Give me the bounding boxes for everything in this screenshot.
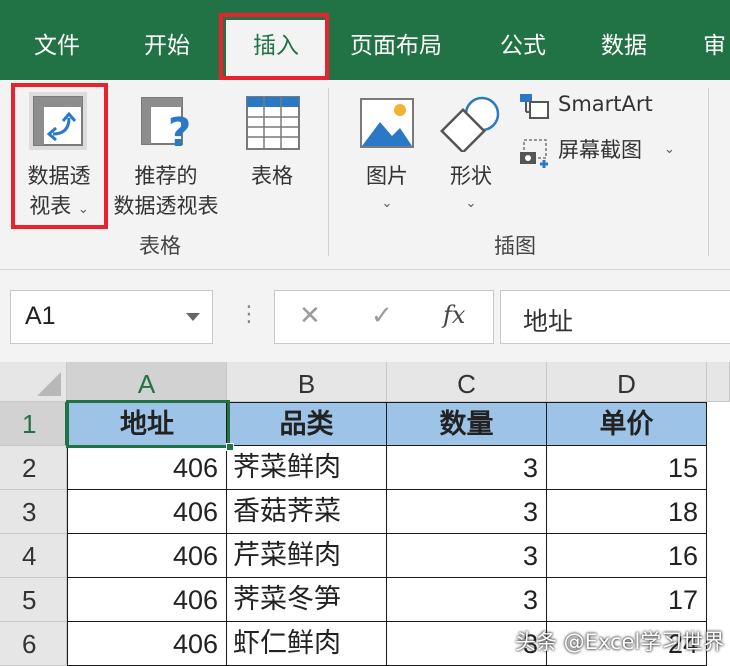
row-header-6[interactable]: 6	[0, 622, 67, 666]
tab-data[interactable]: 数据	[601, 0, 647, 80]
chevron-down-icon[interactable]	[186, 313, 200, 321]
cell-d1[interactable]: 单价	[547, 402, 707, 446]
tab-insert[interactable]: 插入	[226, 20, 326, 80]
fill-handle[interactable]	[226, 443, 234, 451]
formula-bar: A1 ⋮ ✕ ✓ fx 地址	[0, 270, 730, 362]
worksheet-grid: A B C D 1 2 3 4 5 6 地址 品类 数量 单价 406 荠菜鲜肉…	[0, 362, 730, 666]
pivot-table-icon	[29, 92, 87, 150]
cell-b6[interactable]: 虾仁鲜肉	[227, 622, 387, 666]
cell-c3[interactable]: 3	[387, 490, 547, 534]
smartart-icon	[518, 92, 550, 122]
chevron-down-icon: ⌄	[465, 196, 477, 211]
chevron-down-icon: ⌄	[77, 202, 89, 217]
cell-a4[interactable]: 406	[67, 534, 227, 578]
pivot-table-button[interactable]: 数据透 视表 ⌄	[14, 86, 104, 226]
table-icon	[244, 94, 302, 152]
picture-button[interactable]: 图片 ⌄	[352, 86, 422, 226]
cell-c4[interactable]: 3	[387, 534, 547, 578]
group-label-tables: 表格	[139, 234, 181, 258]
cell-a6[interactable]: 406	[67, 622, 227, 666]
recommended-pivot-icon: ?	[138, 94, 196, 156]
column-header-d[interactable]: D	[547, 362, 707, 402]
smartart-label: SmartArt	[558, 92, 653, 116]
cell-b5[interactable]: 荠菜冬笋	[227, 578, 387, 622]
cancel-icon[interactable]: ✕	[299, 301, 321, 331]
cell-b1[interactable]: 品类	[227, 402, 387, 446]
row-header-1[interactable]: 1	[0, 402, 67, 446]
screenshot-button[interactable]: 屏幕截图 ⌄	[518, 136, 688, 170]
row-header-3[interactable]: 3	[0, 490, 67, 534]
tab-formulas[interactable]: 公式	[500, 0, 546, 80]
column-header-e[interactable]	[707, 362, 730, 402]
column-header-a[interactable]: A	[67, 362, 227, 402]
cell-d2[interactable]: 15	[547, 446, 707, 490]
row-header-2[interactable]: 2	[0, 446, 67, 490]
tab-review[interactable]: 审	[703, 0, 726, 80]
cell-a5[interactable]: 406	[67, 578, 227, 622]
tab-home[interactable]: 开始	[144, 0, 190, 80]
select-all-icon	[37, 372, 61, 396]
column-header-c[interactable]: C	[387, 362, 547, 402]
cell-b2[interactable]: 荠菜鲜肉	[227, 446, 387, 490]
formula-text: 地址	[523, 307, 574, 336]
formula-bar-grip-icon[interactable]: ⋮	[238, 302, 260, 327]
table-button[interactable]: 表格	[236, 86, 308, 196]
tab-file[interactable]: 文件	[34, 0, 80, 80]
shapes-label: 形状	[450, 164, 492, 188]
shapes-button[interactable]: 形状 ⌄	[436, 86, 506, 226]
shapes-icon	[440, 94, 502, 154]
group-label-illustrations: 插图	[494, 234, 536, 258]
menu-bar: 文件 开始 插入 页面布局 公式 数据 审	[0, 0, 730, 80]
enter-icon[interactable]: ✓	[371, 301, 393, 331]
pivot-table-label-row: 视表 ⌄	[14, 192, 104, 224]
cell-a2[interactable]: 406	[67, 446, 227, 490]
screenshot-icon	[518, 138, 552, 170]
column-header-b[interactable]: B	[227, 362, 387, 402]
chevron-down-icon: ⌄	[664, 142, 675, 157]
recommended-pivot-label-2: 数据透视表	[113, 194, 219, 218]
ribbon-separator	[708, 88, 709, 256]
cell-c1[interactable]: 数量	[387, 402, 547, 446]
watermark-text: 头条 @Excel学习世界	[515, 630, 725, 654]
row-header-5[interactable]: 5	[0, 578, 67, 622]
row-header-4[interactable]: 4	[0, 534, 67, 578]
cell-d3[interactable]: 18	[547, 490, 707, 534]
pivot-table-label-1: 数据透	[27, 164, 91, 188]
name-box-value: A1	[25, 302, 56, 330]
recommended-pivot-button[interactable]: ? 推荐的 数据透视表	[104, 86, 228, 226]
insert-function-icon[interactable]: fx	[443, 301, 465, 329]
chevron-down-icon: ⌄	[381, 196, 393, 211]
cell-d4[interactable]: 16	[547, 534, 707, 578]
cell-a1[interactable]: 地址	[67, 402, 227, 446]
svg-text:?: ?	[168, 110, 191, 152]
picture-icon	[358, 96, 416, 150]
tab-page-layout[interactable]: 页面布局	[350, 0, 442, 80]
select-all-button[interactable]	[0, 362, 67, 402]
table-label: 表格	[251, 164, 293, 188]
pivot-table-label-2: 视表	[29, 194, 72, 218]
smartart-button[interactable]: SmartArt	[518, 90, 678, 124]
cell-b4[interactable]: 芹菜鲜肉	[227, 534, 387, 578]
ribbon-separator	[328, 88, 329, 256]
cell-a3[interactable]: 406	[67, 490, 227, 534]
formula-input[interactable]: 地址	[500, 290, 730, 344]
cell-c2[interactable]: 3	[387, 446, 547, 490]
cell-b3[interactable]: 香菇荠菜	[227, 490, 387, 534]
cell-d5[interactable]: 17	[547, 578, 707, 622]
recommended-pivot-label-1: 推荐的	[134, 164, 198, 188]
ribbon: 数据透 视表 ⌄ ? 推荐的 数据透视表 表格 表格 图片 ⌄ 形状 ⌄ Sma…	[0, 80, 730, 270]
name-box[interactable]: A1	[10, 290, 213, 344]
formula-controls: ✕ ✓ fx	[274, 290, 494, 344]
cell-c5[interactable]: 3	[387, 578, 547, 622]
picture-label: 图片	[366, 164, 408, 188]
screenshot-label: 屏幕截图	[558, 138, 642, 162]
